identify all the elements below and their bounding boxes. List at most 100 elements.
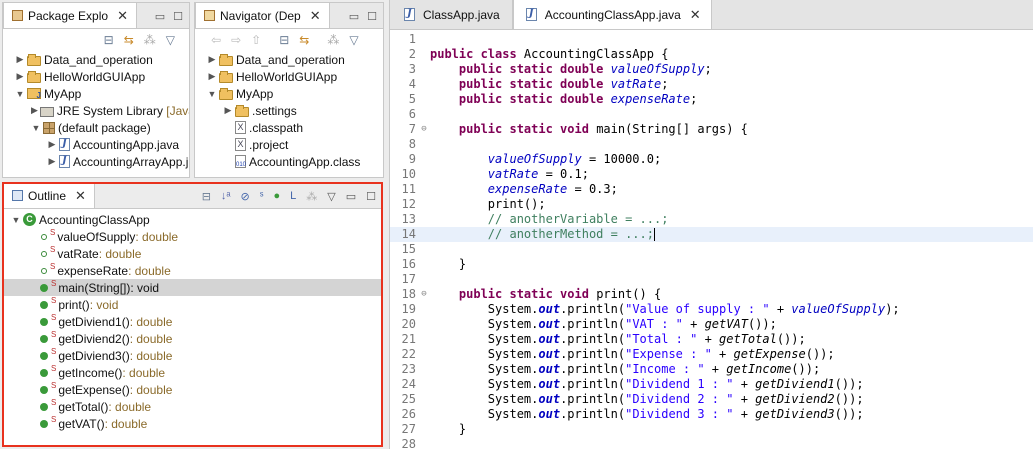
outline-member-item[interactable]: SgetIncome() : double (3, 364, 382, 381)
tree-item[interactable]: ▶ AccountingArrayApp.j (3, 153, 189, 170)
tree-item[interactable]: ▶ Data_and_operation (195, 51, 383, 68)
hide-fields-icon[interactable]: ⊘ (241, 190, 250, 203)
tree-item[interactable]: ▼ (default package) (3, 119, 189, 136)
tree-item[interactable]: ▼ MyApp (3, 85, 189, 102)
maximize-icon[interactable]: ☐ (173, 10, 183, 23)
outline-class-item[interactable]: ▼ C AccountingClassApp (3, 211, 382, 228)
collapse-all-icon[interactable]: ⊟ (104, 33, 114, 47)
close-icon[interactable]: ✕ (690, 8, 701, 21)
expand-icon[interactable]: ▶ (31, 105, 38, 116)
close-icon[interactable]: ✕ (310, 9, 321, 22)
expand-icon[interactable]: ▶ (15, 71, 25, 82)
back-icon[interactable]: ⇦ (211, 33, 221, 47)
fold-collapse-icon[interactable]: ⊖ (418, 122, 430, 137)
minimize-icon[interactable]: ▭ (349, 10, 359, 23)
static-marker: S (51, 364, 57, 373)
outline-member-item[interactable]: SgetDiviend1() : double (3, 313, 382, 330)
link-with-editor-icon[interactable]: ⇆ (299, 33, 309, 47)
outline-member-item[interactable]: SvalueOfSupply : double (3, 228, 382, 245)
static-marker: S (51, 381, 57, 390)
collapse-all-icon[interactable]: ⊟ (279, 33, 289, 47)
expand-icon[interactable]: ▶ (47, 156, 57, 167)
forward-icon[interactable]: ⇨ (231, 33, 241, 47)
tree-item[interactable]: X .classpath (195, 119, 383, 136)
comment-token: // anotherVariable = ...; (487, 212, 669, 226)
outline-member-item[interactable]: SgetTotal() : double (3, 398, 382, 415)
tree-item[interactable]: ▶ HelloWorldGUIApp (195, 68, 383, 85)
static-marker: S (51, 398, 57, 407)
minimize-icon[interactable]: ▭ (346, 190, 356, 203)
code-token: System. (487, 347, 539, 361)
hide-nonpublic-icon[interactable]: ● (273, 190, 280, 202)
expand-icon[interactable]: ▶ (223, 105, 233, 116)
member-type: : double (129, 382, 173, 397)
editor-tab-classapp[interactable]: ClassApp.java (390, 0, 513, 29)
outline-member-item[interactable]: SgetDiviend3() : double (3, 347, 382, 364)
hide-local-types-icon[interactable]: L (290, 190, 296, 202)
view-menu-icon[interactable]: ▽ (166, 33, 175, 47)
code-area[interactable]: 1 2 public class AccountingClassApp { 3 p… (390, 32, 1033, 449)
outline-member-item[interactable]: SgetExpense() : double (3, 381, 382, 398)
outline-member-item[interactable]: SvatRate : double (3, 245, 382, 262)
focus-icon[interactable]: ⁂ (306, 190, 317, 203)
navigator-icon (204, 10, 215, 21)
code-line: 8 (390, 137, 1033, 152)
collapse-all-icon[interactable]: ⊟ (202, 190, 211, 203)
line-number: 14 (401, 227, 416, 241)
expand-icon[interactable]: ▶ (207, 71, 217, 82)
close-icon[interactable]: ✕ (117, 9, 128, 22)
code-token: System. (487, 407, 539, 421)
code-line: 19 System.out.println("Value of supply :… (390, 302, 1033, 317)
outline-member-item[interactable]: Sprint() : void (3, 296, 382, 313)
sort-icon[interactable]: ↓ᵃ (221, 190, 231, 202)
line-number: 17 (401, 272, 416, 286)
focus-icon[interactable]: ⁂ (144, 33, 156, 47)
collapse-icon[interactable]: ▼ (11, 215, 21, 225)
tree-item[interactable]: 010 AccountingApp.class (195, 153, 383, 170)
navigator-tab[interactable]: Navigator (Dep ✕ (195, 3, 330, 28)
tree-item[interactable]: ▶ Data_and_operation (3, 51, 189, 68)
collapse-icon[interactable]: ▼ (31, 123, 41, 133)
member-type: : double (98, 246, 142, 261)
editor-tab-label: ClassApp.java (423, 7, 500, 22)
code-text: public static double valueOfSupply; (430, 62, 712, 77)
outline-tab[interactable]: Outline ✕ (3, 183, 95, 208)
collapse-icon[interactable]: ▼ (15, 89, 25, 99)
view-menu-icon[interactable]: ▽ (327, 190, 335, 203)
outline-member-item[interactable]: SexpenseRate : double (3, 262, 382, 279)
outline-member-item[interactable]: Smain(String[]) : void (3, 279, 382, 296)
up-icon[interactable]: ⇧ (251, 33, 261, 47)
fold-gutter (418, 197, 430, 212)
view-menu-icon[interactable]: ▽ (349, 33, 358, 47)
editor-tab-accountingclassapp[interactable]: AccountingClassApp.java ✕ (512, 0, 712, 29)
outline-member-item[interactable]: SgetVAT() : double (3, 415, 382, 432)
tree-item[interactable]: ▶ AccountingApp.java (3, 136, 189, 153)
code-line: 22 System.out.println("Expense : " + get… (390, 347, 1033, 362)
maximize-icon[interactable]: ☐ (367, 10, 377, 23)
focus-icon[interactable]: ⁂ (327, 33, 339, 47)
tree-item[interactable]: ▶ HelloWorldGUIApp (3, 68, 189, 85)
collapse-icon[interactable]: ▼ (207, 89, 217, 99)
expand-icon[interactable]: ▶ (207, 54, 217, 65)
package-explorer-tab[interactable]: Package Explo ✕ (3, 3, 137, 28)
expand-icon[interactable]: ▶ (15, 54, 25, 65)
outline-member-item[interactable]: SgetDiviend2() : double (3, 330, 382, 347)
tree-item[interactable]: ▶ .settings (195, 102, 383, 119)
minimize-icon[interactable]: ▭ (155, 10, 165, 23)
line-number: 19 (401, 302, 416, 316)
code-token: + (733, 407, 756, 421)
maximize-icon[interactable]: ☐ (366, 190, 376, 203)
method-call-token: getDiviend2 (755, 392, 835, 406)
static-marker: S (51, 279, 57, 288)
code-line: 10 vatRate = 0.1; (390, 167, 1033, 182)
expand-icon[interactable]: ▶ (47, 139, 57, 150)
member-name: expenseRate (57, 263, 129, 278)
link-with-editor-icon[interactable]: ⇆ (124, 33, 134, 47)
tree-item[interactable]: X .project (195, 136, 383, 153)
close-icon[interactable]: ✕ (75, 189, 86, 202)
tree-item[interactable]: ▶ JRE System Library [Java (3, 102, 189, 119)
line-number: 9 (408, 152, 416, 166)
hide-static-icon[interactable]: ˢ (260, 190, 264, 202)
tree-item[interactable]: ▼ MyApp (195, 85, 383, 102)
fold-collapse-icon[interactable]: ⊖ (418, 287, 430, 302)
